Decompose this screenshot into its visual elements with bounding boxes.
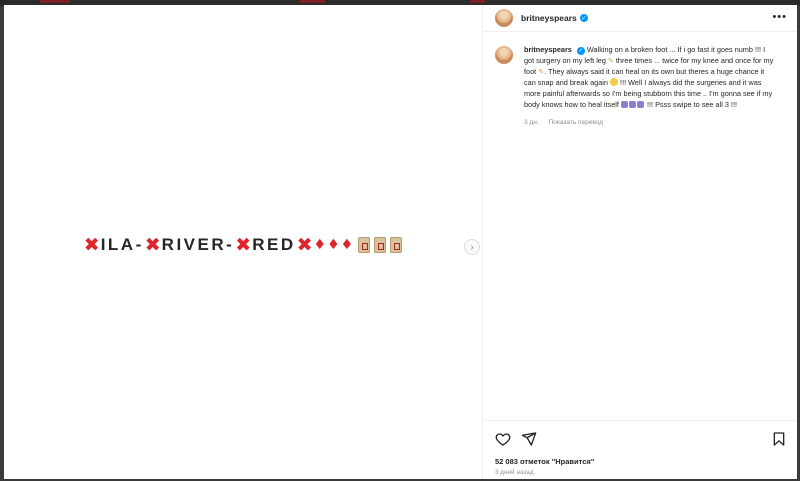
mahjong-tile-icon [358,237,371,253]
cross-mark-icon: ✖ [83,234,100,256]
caption-time: 3 дн. [524,119,539,127]
mahjong-tile-icon [390,237,403,253]
leg-emoji-icon: ✎ [607,56,614,65]
cross-mark-icon: ✖ [235,234,252,256]
bookmark-icon[interactable] [771,431,787,447]
cross-mark-icon: ✖ [296,234,313,256]
post-actions: 52 083 отметок "Нравится" 3 дней назад [483,420,797,479]
likes-count[interactable]: 52 083 отметок "Нравится" [495,457,594,466]
caption-part: !!! Psss swipe to see all 3 !!! [646,99,738,109]
mahjong-tile-icon [374,237,387,253]
post-media: ✖ ILA- ✖ RIVER- ✖ RED ✖ ♦♦♦ › [4,5,483,479]
translate-link[interactable]: Показать перевод [549,119,603,126]
diamond-icon: ♦♦♦ [313,237,355,253]
post-sidebar: britneyspears ✓ ••• britneyspears ✓ Walk… [483,5,797,479]
heart-icon[interactable] [495,431,511,447]
media-text-segment: RIVER- [161,235,235,254]
caption-username[interactable]: britneyspears [524,45,572,54]
post-header: britneyspears ✓ ••• [483,5,797,32]
media-text: ✖ ILA- ✖ RIVER- ✖ RED ✖ ♦♦♦ [4,234,482,256]
post-time-ago: 3 дней назад [495,470,534,476]
send-icon[interactable] [521,431,537,447]
cross-mark-icon: ✖ [144,234,161,256]
caption-meta: 3 дн. Показать перевод [524,119,776,126]
avatar[interactable] [495,46,513,64]
action-icons [495,431,537,447]
verified-badge-icon: ✓ [576,47,585,56]
top-strip-accent [40,0,70,3]
verified-badge-icon: ✓ [579,14,588,22]
caption-column: britneyspears ✓ Walking on a broken foot… [524,45,776,479]
media-text-segment: ILA- [100,235,144,254]
top-strip-accent [470,0,485,3]
caption-text: britneyspears ✓ Walking on a broken foot… [524,45,776,110]
avatar[interactable] [495,9,513,27]
crying-emoji-icon [628,100,636,108]
crying-emoji-icon [636,100,644,108]
post-modal: ✖ ILA- ✖ RIVER- ✖ RED ✖ ♦♦♦ › britneyspe… [4,5,797,479]
media-text-segment: RED [252,235,296,254]
author-username[interactable]: britneyspears [521,13,577,23]
caption-area: britneyspears ✓ Walking on a broken foot… [483,32,797,479]
grimace-emoji-icon [610,77,619,86]
chevron-right-icon[interactable]: › [464,239,480,255]
crying-emoji-icon [620,100,628,108]
top-strip-accent [300,0,325,3]
more-icon[interactable]: ••• [772,11,787,23]
